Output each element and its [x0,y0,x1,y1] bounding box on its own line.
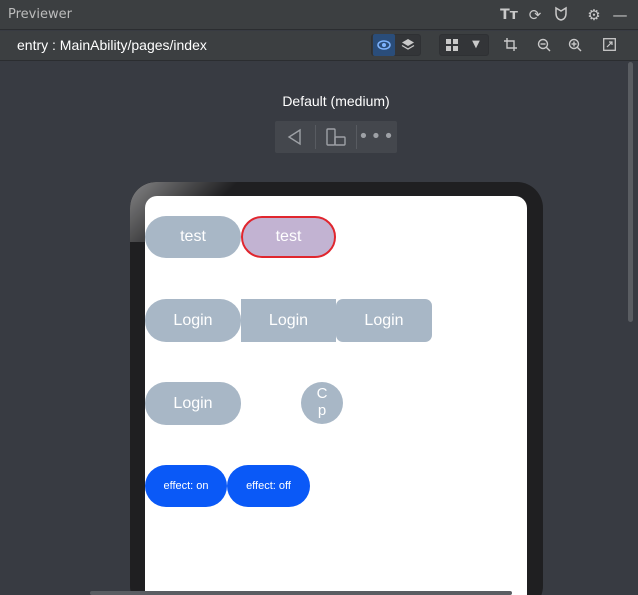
font-size-icon[interactable]: Tт [500,6,518,24]
vertical-scrollbar[interactable] [628,62,633,322]
refresh-icon[interactable]: ⟳ [526,6,544,24]
grid-icon[interactable] [441,34,463,56]
rotate-device-icon[interactable] [316,121,356,153]
zoom-in-icon[interactable] [564,34,586,56]
circle-button[interactable]: C p [301,382,343,424]
title-bar: Previewer Tт ⟳ ⚙ — [0,0,638,30]
effect-off-button[interactable]: effect: off [227,465,310,507]
login-button-rounded[interactable]: Login [336,299,432,342]
login-button[interactable]: Login [145,382,241,425]
circle-button-label-2: p [317,402,327,419]
circle-button-label-1: C [316,385,328,402]
path-bar: entry : MainAbility/pages/index ▼ [0,31,638,61]
page-path: entry : MainAbility/pages/index [17,37,207,53]
device-toolbar: ••• [275,121,397,153]
login-button-normal[interactable]: Login [241,299,336,342]
test-button[interactable]: test [145,216,241,258]
test-button-selected[interactable]: test [241,216,336,258]
chevron-down-icon[interactable]: ▼ [465,34,487,56]
back-icon[interactable] [275,121,315,153]
settings-icon[interactable]: ⚙ [585,6,603,24]
crop-icon[interactable] [499,34,521,56]
login-button-capsule[interactable]: Login [145,299,241,342]
device-label: Default (medium) [282,93,390,109]
effect-on-button[interactable]: effect: on [145,465,227,507]
device-screen: test test Login Login Login Login C p ef… [145,196,527,595]
more-icon[interactable]: ••• [357,121,397,153]
layers-icon[interactable] [397,34,419,56]
preview-mode-icon[interactable] [373,34,395,56]
minimize-icon[interactable]: — [611,6,629,24]
inspector-icon[interactable] [552,6,570,24]
horizontal-scrollbar[interactable] [90,591,512,595]
fit-screen-icon[interactable] [598,34,620,56]
window-title: Previewer [8,7,72,22]
zoom-out-icon[interactable] [533,34,555,56]
